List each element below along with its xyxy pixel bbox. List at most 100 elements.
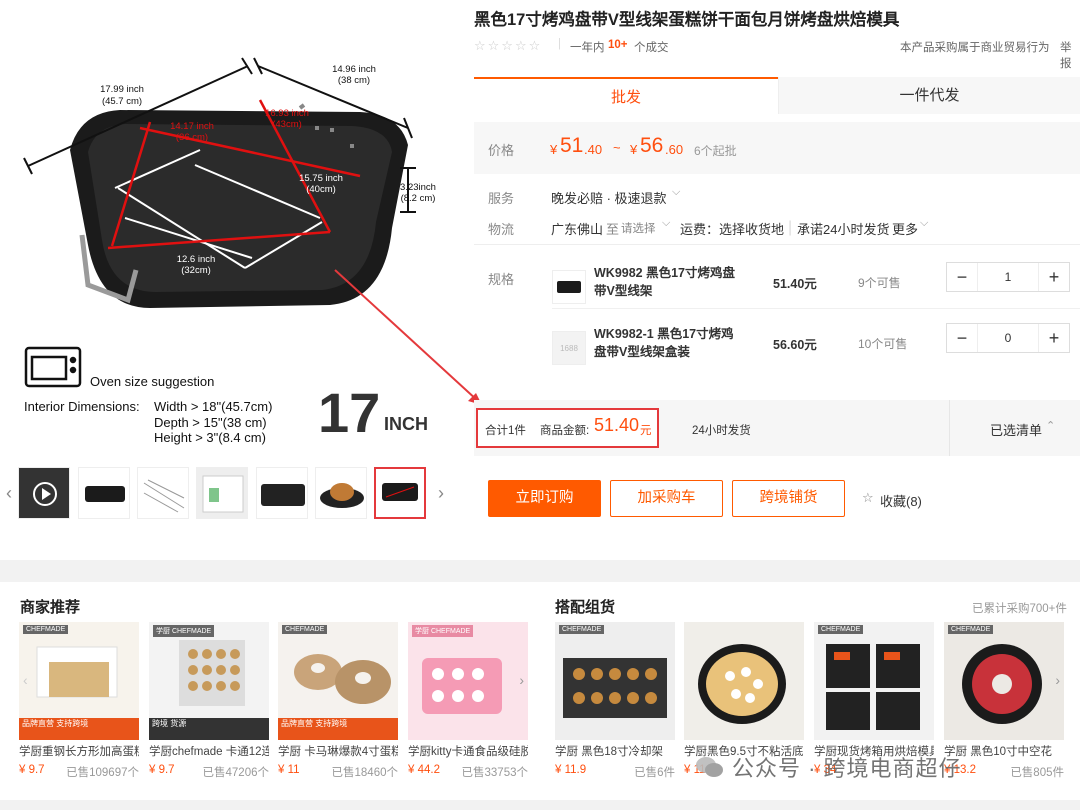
card-image: CHEFMADE: [555, 622, 675, 740]
outer-length-label: 17.99 inch: [100, 84, 144, 95]
price-high-dec: .60: [665, 142, 684, 157]
cross-border-button[interactable]: 跨境铺货: [732, 480, 845, 517]
star-icon[interactable]: ☆: [862, 490, 874, 506]
merchant-card[interactable]: 学厨 CHEFMADE › 学厨kitty卡通食品级硅胶 ¥ 44.2 已售337…: [408, 622, 528, 780]
amount-unit: 元: [640, 425, 652, 437]
increment-button[interactable]: +: [1039, 324, 1069, 352]
merchant-card[interactable]: CHEFMADE 品牌直营 支持跨境 学厨 卡马琳爆款4寸蛋糕 ¥ 11 已售18…: [278, 622, 398, 780]
sales-count: 10+: [608, 39, 628, 51]
buy-now-button[interactable]: 立即订购: [488, 480, 601, 517]
tab-dropship[interactable]: 一件代发: [778, 77, 1080, 114]
watermark-text: 公众号 · 跨境电商超仔: [732, 756, 962, 781]
decrement-button[interactable]: −: [947, 263, 977, 291]
sku-row: 1688 WK9982-1 黑色17寸烤鸡盘带V型线架盒装 56.60元 10个…: [474, 323, 1080, 383]
interior-label: Interior Dimensions:: [24, 399, 140, 414]
card-name: 学厨kitty卡通食品级硅胶: [408, 746, 528, 758]
price-high-int: 56: [640, 134, 664, 157]
chevron-up-icon[interactable]: ⌃: [1046, 419, 1055, 432]
selected-list[interactable]: 已选清单: [990, 420, 1042, 439]
merchant-card[interactable]: 学厨 CHEFMADE 跨境 货源 学厨chefmade 卡通12连 ¥ 9.7…: [149, 622, 269, 780]
card-sold: 已售47206个: [202, 767, 269, 779]
more-chevron-icon[interactable]: ⌵: [920, 217, 928, 230]
thumb-6-active[interactable]: [374, 467, 426, 519]
ship-promise: 承诺24小时发货: [797, 222, 890, 237]
size-unit: INCH: [384, 414, 428, 434]
card-price: ¥ 11.9: [555, 764, 587, 776]
amount-value: 51.40: [594, 415, 640, 435]
width-requirement: Width > 18"(45.7cm): [154, 399, 272, 414]
card-sold: 已售6件: [634, 767, 675, 779]
sku-stock: 9个可售: [858, 276, 901, 290]
min-order: 6个起批: [694, 144, 737, 158]
card-price: ¥ 44.2: [408, 764, 440, 776]
card-image: 学厨 CHEFMADE ›: [408, 622, 528, 740]
favorite-button[interactable]: 收藏(8): [880, 491, 922, 510]
thumb-prev-icon[interactable]: ‹: [0, 462, 18, 524]
card-price: ¥ 9.7: [149, 764, 175, 776]
card-name: 学厨重钢长方形加高蛋糕: [19, 746, 139, 758]
quantity-input[interactable]: 1: [977, 263, 1039, 291]
card-image: CHEFMADE 品牌直营 支持跨境 ‹: [19, 622, 139, 740]
logistics-more[interactable]: 更多: [892, 219, 918, 238]
combo-title: 搭配组货: [555, 599, 616, 616]
carousel-next-icon[interactable]: ›: [1055, 672, 1060, 688]
card-name: 学厨 黑色18寸冷却架: [555, 746, 663, 758]
thumb-1[interactable]: [78, 467, 130, 519]
card-price: ¥ 11: [278, 764, 300, 776]
ship-time: 24小时发货: [692, 425, 751, 437]
merchant-card[interactable]: CHEFMADE 品牌直营 支持跨境 ‹ 学厨重钢长方形加高蛋糕 ¥ 9.7 已售…: [19, 622, 139, 780]
service-value[interactable]: 晚发必赔 · 极速退款: [551, 188, 667, 207]
carousel-prev-icon[interactable]: ‹: [23, 672, 28, 688]
price-low-int: 51: [560, 134, 584, 157]
card-sold: 已售805件: [1010, 767, 1064, 779]
total-count: 合计1件: [485, 425, 526, 437]
tab-wholesale[interactable]: 批发: [474, 77, 778, 114]
increment-button[interactable]: +: [1039, 263, 1069, 291]
thumb-next-icon[interactable]: ›: [432, 462, 450, 524]
price-separator: ~: [613, 140, 621, 155]
wechat-icon: [696, 757, 723, 777]
sku-thumb[interactable]: 1688: [552, 331, 586, 365]
red-arrow-annotation: [334, 269, 482, 405]
card-sold: 已售33753个: [461, 767, 528, 779]
height-cm-label: (8.2 cm): [401, 193, 436, 204]
quantity-stepper: − 1 +: [946, 262, 1070, 292]
combo-card[interactable]: CHEFMADE › 学厨 黑色10寸中空花 ¥ 13.2 已售805件: [944, 622, 1064, 780]
thumb-2[interactable]: [137, 467, 189, 519]
height-label: 3.23inch: [400, 182, 436, 193]
price-currency-low: ¥: [550, 142, 558, 157]
oven-icon: [24, 346, 82, 388]
trade-notice: 本产品采购属于商业贸易行为: [900, 42, 1050, 54]
sales-prefix: 一年内: [570, 42, 605, 54]
logistics-to: 至: [606, 222, 620, 237]
play-icon: [42, 488, 51, 500]
sku-price: 51.40元: [773, 277, 817, 291]
decrement-button[interactable]: −: [947, 324, 977, 352]
combo-card[interactable]: CHEFMADE 学厨 黑色18寸冷却架 ¥ 11.9 已售6件: [555, 622, 675, 780]
address-chevron-icon[interactable]: ⌵: [662, 217, 670, 230]
sku-name: WK9982-1 黑色17寸烤鸡盘带V型线架盒装: [594, 327, 734, 359]
service-chevron-icon[interactable]: ⌵: [672, 186, 680, 199]
sku-row: WK9982 黑色17寸烤鸡盘带V型线架 51.40元 9个可售 − 1 +: [474, 262, 1080, 322]
thumb-4[interactable]: [256, 467, 308, 519]
shipping-fee: 运费：选择收货地: [680, 222, 785, 237]
card-name: 学厨 黑色10寸中空花: [944, 746, 1052, 758]
add-to-cart-button[interactable]: 加采购车: [610, 480, 723, 517]
logistics-select[interactable]: 请选择: [621, 220, 656, 236]
carousel-next-icon[interactable]: ›: [519, 672, 524, 688]
thumb-3[interactable]: [196, 467, 248, 519]
sales-suffix: 个成交: [634, 42, 669, 54]
card-sold: 已售109697个: [66, 767, 139, 779]
report-link[interactable]: 举报: [1060, 39, 1080, 71]
combo-purchased: 已累计采购700+件: [972, 603, 1067, 615]
sku-price: 56.60元: [773, 338, 817, 352]
rating-row: ☆☆☆☆☆ | 一年内 10+ 个成交 本产品采购属于商业贸易行为 举报: [474, 38, 1080, 70]
thumb-video[interactable]: [18, 467, 70, 519]
inner-length-cm-label: (36 cm): [176, 132, 208, 143]
thumb-5[interactable]: [315, 467, 367, 519]
sku-thumb[interactable]: [552, 270, 586, 304]
quantity-input[interactable]: 0: [977, 324, 1039, 352]
order-summary: 合计1件 商品金额: 51.40 元 24小时发货 已选清单 ⌃: [474, 400, 1080, 456]
card-name: 学厨 卡马琳爆款4寸蛋糕: [278, 746, 398, 758]
amount-label: 商品金额:: [540, 425, 590, 437]
